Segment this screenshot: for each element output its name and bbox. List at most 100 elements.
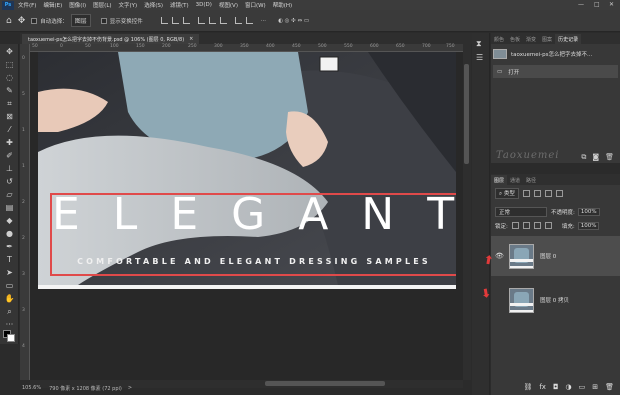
menu-layer[interactable]: 图层(L) xyxy=(93,1,111,9)
filter-shape-icon[interactable] xyxy=(555,190,563,197)
auto-select-dropdown[interactable]: 图层 xyxy=(70,14,91,27)
vertical-scroll-thumb[interactable] xyxy=(464,64,469,164)
eye-icon[interactable]: 👁 xyxy=(495,252,505,260)
move-tool-icon[interactable]: ✥ xyxy=(18,16,26,26)
menu-filter[interactable]: 滤镜(T) xyxy=(170,1,189,9)
eraser-tool-icon[interactable]: ▱ xyxy=(4,189,15,200)
menu-select[interactable]: 选择(S) xyxy=(144,1,163,9)
properties-panel-icon[interactable]: ☰ xyxy=(476,53,483,62)
group-icon[interactable]: ▭ xyxy=(579,383,586,391)
snapshot-camera-icon[interactable]: ◙ xyxy=(592,153,599,161)
lock-pixels-icon[interactable] xyxy=(522,222,530,229)
history-brush-tool-icon[interactable]: ↺ xyxy=(4,176,15,187)
status-menu-arrow[interactable]: > xyxy=(128,385,132,391)
filter-type-icon[interactable] xyxy=(544,190,552,197)
tab-color[interactable]: 颜色 xyxy=(491,34,507,44)
history-panel-icon[interactable]: ⧗ xyxy=(476,39,482,49)
link-icon[interactable]: ⛓ xyxy=(523,383,532,391)
tab-channels[interactable]: 通道 xyxy=(507,175,523,185)
tab-patterns[interactable]: 图案 xyxy=(539,34,555,44)
menu-window[interactable]: 窗口(W) xyxy=(245,1,266,9)
minimize-button[interactable]: — xyxy=(578,1,584,8)
pen-tool-icon[interactable]: ✒ xyxy=(4,241,15,252)
layer-row[interactable]: 图层 0 拷贝 xyxy=(491,280,620,320)
blend-mode-dropdown[interactable]: 正常 xyxy=(495,206,547,217)
zoom-tool-icon[interactable]: ⌕ xyxy=(4,306,15,317)
document-tab[interactable]: taoxuemei-ps怎么把字去掉不伤背景.psd @ 106% (图层 0,… xyxy=(22,34,200,44)
align-top-icon[interactable] xyxy=(197,17,205,24)
show-transform-checkbox[interactable]: 显示变换控件 xyxy=(100,17,143,25)
menu-edit[interactable]: 编辑(E) xyxy=(43,1,62,9)
menu-file[interactable]: 文件(F) xyxy=(18,1,36,9)
tab-paths[interactable]: 路径 xyxy=(523,175,539,185)
menu-image[interactable]: 图像(I) xyxy=(69,1,86,9)
lock-transparent-icon[interactable] xyxy=(511,222,519,229)
move-tool-icon[interactable]: ✥ xyxy=(4,46,15,57)
tab-swatches[interactable]: 色板 xyxy=(507,34,523,44)
background-color-swatch[interactable] xyxy=(7,334,15,342)
fx-icon[interactable]: fx xyxy=(539,383,546,391)
close-window-button[interactable]: ✕ xyxy=(609,1,614,8)
new-layer-icon[interactable]: ⊞ xyxy=(592,383,598,391)
vertical-scrollbar[interactable] xyxy=(463,44,471,380)
align-middle-icon[interactable] xyxy=(208,17,216,24)
opacity-input[interactable]: 100% xyxy=(577,207,600,216)
adjustment-icon[interactable]: ◑ xyxy=(566,383,572,391)
menu-type[interactable]: 文字(Y) xyxy=(119,1,138,9)
layer-name[interactable]: 图层 0 xyxy=(540,252,556,260)
filter-pixel-icon[interactable] xyxy=(522,190,530,197)
filter-adjust-icon[interactable] xyxy=(533,190,541,197)
ruler-vertical[interactable]: 0 5 1 1 2 2 3 3 4 xyxy=(20,44,30,380)
tab-gradients[interactable]: 渐变 xyxy=(523,34,539,44)
layer-filter-dropdown[interactable]: ⌕ 类型 xyxy=(495,188,519,199)
menu-help[interactable]: 帮助(H) xyxy=(273,1,292,9)
align-bottom-icon[interactable] xyxy=(219,17,227,24)
dodge-tool-icon[interactable]: ● xyxy=(4,228,15,239)
canvas-photo[interactable]: ELEGANT COMFORTABLE AND ELEGANT DRESSING… xyxy=(38,52,456,285)
new-document-from-state-icon[interactable]: ⧉ xyxy=(581,153,586,162)
distribute-2-icon[interactable] xyxy=(245,17,253,24)
frame-tool-icon[interactable]: ⊠ xyxy=(4,111,15,122)
crop-tool-icon[interactable]: ⌗ xyxy=(4,98,15,109)
menu-3d[interactable]: 3D(D) xyxy=(196,2,212,8)
align-center-icon[interactable] xyxy=(171,17,179,24)
shape-tool-icon[interactable]: ▭ xyxy=(4,280,15,291)
ruler-horizontal[interactable]: 50 0 50 100 150 200 250 300 350 400 450 … xyxy=(30,44,463,52)
marquee-tool-icon[interactable]: ⬚ xyxy=(4,59,15,70)
auto-select-checkbox[interactable]: 自动选择： xyxy=(31,17,68,25)
fill-input[interactable]: 100% xyxy=(577,221,600,230)
blur-tool-icon[interactable]: ◆ xyxy=(4,215,15,226)
home-icon[interactable]: ⌂ xyxy=(6,16,12,26)
3d-mode-icon[interactable]: ◐ ◎ ✣ ⇔ ▭ xyxy=(278,18,309,24)
clone-stamp-tool-icon[interactable]: ⊥ xyxy=(4,163,15,174)
healing-brush-tool-icon[interactable]: ✚ xyxy=(4,137,15,148)
eyedropper-tool-icon[interactable]: ⁄ xyxy=(4,124,15,135)
menu-view[interactable]: 视图(V) xyxy=(219,1,238,9)
history-trash-icon[interactable]: 🗑 xyxy=(605,153,614,161)
horizontal-scroll-thumb[interactable] xyxy=(265,381,385,386)
gradient-tool-icon[interactable]: ▤ xyxy=(4,202,15,213)
layer-name[interactable]: 图层 0 拷贝 xyxy=(540,296,569,304)
tab-history[interactable]: 历史记录 xyxy=(555,34,582,44)
distribute-icon[interactable] xyxy=(234,17,242,24)
close-tab-icon[interactable]: × xyxy=(189,36,193,42)
history-step[interactable]: ▭ 打开 xyxy=(493,65,618,78)
type-tool-icon[interactable]: T xyxy=(4,254,15,265)
more-options-button[interactable]: ··· xyxy=(261,18,266,24)
hand-tool-icon[interactable]: ✋ xyxy=(4,293,15,304)
lock-position-icon[interactable] xyxy=(533,222,541,229)
brush-tool-icon[interactable]: ✐ xyxy=(4,150,15,161)
layer-row[interactable]: 👁 图层 0 xyxy=(491,236,620,276)
canvas-workspace[interactable]: ELEGANT COMFORTABLE AND ELEGANT DRESSING… xyxy=(30,52,463,380)
path-select-tool-icon[interactable]: ➤ xyxy=(4,267,15,278)
quick-select-tool-icon[interactable]: ✎ xyxy=(4,85,15,96)
lock-all-icon[interactable] xyxy=(544,222,552,229)
restore-button[interactable]: □ xyxy=(594,1,600,8)
align-left-icon[interactable] xyxy=(160,17,168,24)
zoom-level[interactable]: 105.6% xyxy=(22,385,41,391)
align-right-icon[interactable] xyxy=(182,17,190,24)
trash-icon[interactable]: 🗑 xyxy=(605,383,614,391)
mask-icon[interactable]: ◘ xyxy=(553,383,559,391)
more-tools-icon[interactable]: ··· xyxy=(4,319,15,330)
history-snapshot[interactable]: taoxuemei-ps怎么把字去掉不... xyxy=(493,47,618,60)
